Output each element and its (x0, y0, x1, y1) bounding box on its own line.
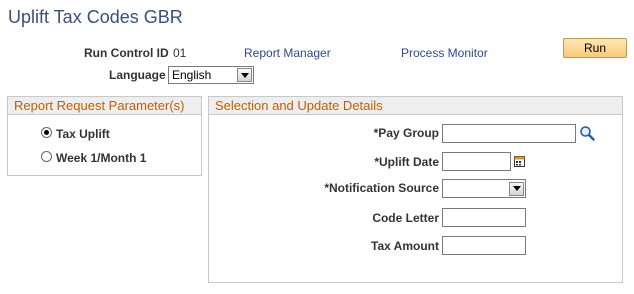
tax-amount-label: Tax Amount (371, 239, 439, 253)
selection-update-details-header: Selection and Update Details (209, 97, 622, 115)
run-button[interactable]: Run (563, 38, 627, 58)
language-select-value: English (172, 68, 212, 82)
tax-uplift-label: Tax Uplift (56, 127, 110, 141)
page-title: Uplift Tax Codes GBR (8, 7, 183, 27)
report-request-parameters-header: Report Request Parameter(s) (8, 97, 201, 115)
pay-group-label: *Pay Group (373, 126, 439, 140)
uplift-date-label: *Uplift Date (374, 155, 439, 169)
tax-amount-input[interactable] (442, 236, 526, 255)
pay-group-input[interactable] (442, 124, 576, 143)
run-control-id-label: Run Control ID (84, 46, 169, 60)
notification-source-label: *Notification Source (324, 181, 439, 195)
run-control-id-value: 01 (173, 46, 187, 60)
code-letter-label: Code Letter (372, 211, 439, 225)
report-manager-link[interactable]: Report Manager (244, 46, 331, 60)
process-monitor-link[interactable]: Process Monitor (401, 46, 488, 60)
week1-month1-radio[interactable] (41, 151, 52, 162)
language-select[interactable]: English (168, 66, 254, 84)
language-label: Language (109, 68, 166, 82)
chevron-down-icon (237, 68, 252, 82)
uplift-date-input[interactable] (442, 152, 511, 171)
chevron-down-icon (509, 181, 524, 196)
calendar-icon[interactable] (514, 155, 525, 167)
notification-source-select[interactable] (442, 179, 526, 198)
tax-uplift-radio[interactable] (41, 127, 52, 138)
code-letter-input[interactable] (442, 208, 526, 227)
week1-month1-label: Week 1/Month 1 (56, 151, 147, 165)
magnifier-lookup-icon[interactable] (579, 125, 595, 141)
